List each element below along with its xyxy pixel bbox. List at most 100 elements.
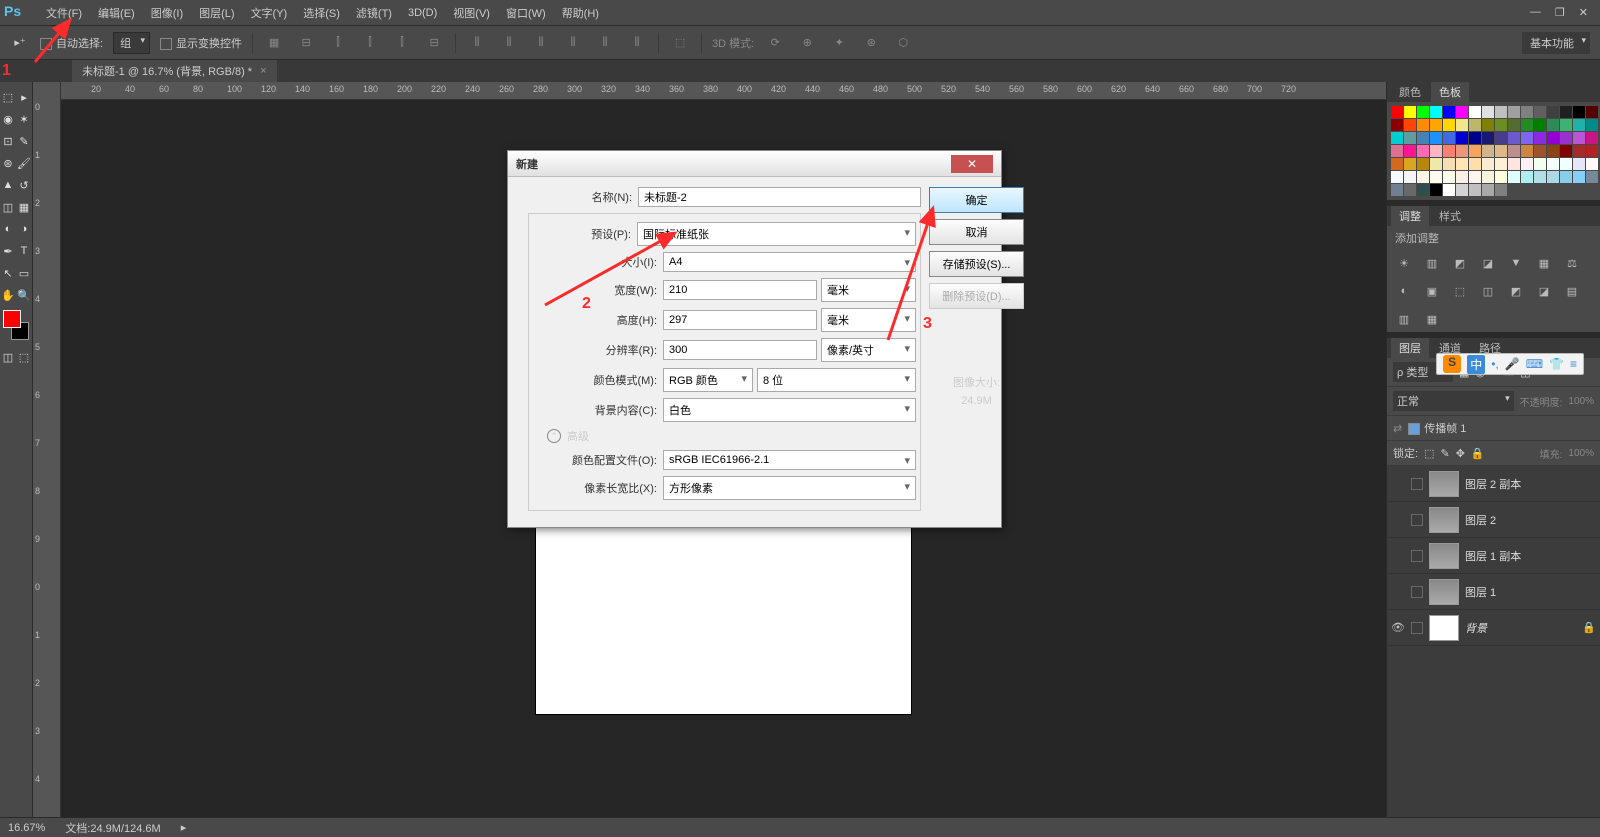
swatch[interactable] — [1586, 158, 1598, 170]
adj-icon[interactable]: ▣ — [1423, 282, 1441, 300]
swatch[interactable] — [1443, 171, 1455, 183]
swatch[interactable] — [1521, 106, 1533, 118]
visibility-icon[interactable]: 👁 — [1391, 621, 1405, 634]
marquee-tool[interactable]: ⬚ — [0, 86, 16, 108]
doc-size[interactable]: 文档:24.9M/124.6M — [65, 820, 160, 836]
ime-logo-icon[interactable]: S — [1443, 355, 1461, 373]
close-tab-icon[interactable]: × — [260, 65, 266, 77]
tab-swatches[interactable]: 色板 — [1431, 82, 1469, 102]
swatch[interactable] — [1443, 158, 1455, 170]
adj-icon[interactable]: ▼ — [1507, 254, 1525, 272]
height-unit[interactable]: 毫米 — [821, 308, 916, 332]
swatch[interactable] — [1547, 132, 1559, 144]
swatch[interactable] — [1573, 119, 1585, 131]
menu-edit[interactable]: 编辑(E) — [90, 1, 143, 25]
swatch[interactable] — [1560, 119, 1572, 131]
ok-button[interactable]: 确定 — [929, 187, 1024, 213]
swatch[interactable] — [1417, 145, 1429, 157]
menu-select[interactable]: 选择(S) — [295, 1, 348, 25]
wand-tool[interactable]: ✶ — [16, 108, 32, 130]
opacity-value[interactable]: 100% — [1568, 396, 1594, 407]
swatch[interactable] — [1495, 132, 1507, 144]
width-input[interactable] — [663, 280, 817, 300]
swatch[interactable] — [1534, 132, 1546, 144]
swatch[interactable] — [1443, 106, 1455, 118]
adj-icon[interactable]: ▤ — [1563, 282, 1581, 300]
adj-icon[interactable]: ▦ — [1423, 310, 1441, 328]
layer-thumbnail[interactable] — [1429, 507, 1459, 533]
swatch[interactable] — [1560, 171, 1572, 183]
menu-3d[interactable]: 3D(D) — [400, 3, 445, 23]
swatch[interactable] — [1404, 132, 1416, 144]
3d-icon[interactable]: ⟳ — [764, 32, 786, 54]
swatch[interactable] — [1482, 119, 1494, 131]
adj-icon[interactable]: ▥ — [1423, 254, 1441, 272]
3d-icon[interactable]: ⊕ — [796, 32, 818, 54]
layer-checkbox[interactable] — [1411, 622, 1423, 634]
swatch[interactable] — [1443, 119, 1455, 131]
workspace-selector[interactable]: 基本功能 — [1522, 32, 1590, 54]
swatch[interactable] — [1521, 158, 1533, 170]
swatch[interactable] — [1495, 145, 1507, 157]
swatch[interactable] — [1586, 132, 1598, 144]
layer-thumbnail[interactable] — [1429, 615, 1459, 641]
eraser-tool[interactable]: ◫ — [0, 196, 16, 218]
3d-icon[interactable]: ✦ — [828, 32, 850, 54]
layer-name[interactable]: 图层 1 副本 — [1465, 548, 1596, 564]
menu-image[interactable]: 图像(I) — [143, 1, 191, 25]
adj-icon[interactable]: ⚖ — [1563, 254, 1581, 272]
adj-icon[interactable]: ⬚ — [1451, 282, 1469, 300]
align-icon[interactable]: ⫿ — [327, 32, 349, 54]
swatch[interactable] — [1495, 184, 1507, 196]
res-input[interactable] — [663, 340, 817, 360]
adj-icon[interactable]: ◫ — [1479, 282, 1497, 300]
brush-tool[interactable]: 🖌 — [16, 152, 32, 174]
swatch[interactable] — [1443, 184, 1455, 196]
width-unit[interactable]: 毫米 — [821, 278, 916, 302]
tab-layers[interactable]: 图层 — [1391, 338, 1429, 358]
swatch[interactable] — [1430, 158, 1442, 170]
swatch[interactable] — [1495, 106, 1507, 118]
swatch[interactable] — [1391, 184, 1403, 196]
layer-name[interactable]: 背景 — [1465, 620, 1576, 636]
history-brush-tool[interactable]: ↺ — [16, 174, 32, 196]
ime-punct-icon[interactable]: •, — [1491, 357, 1499, 371]
color-mode-select[interactable]: RGB 颜色 — [663, 368, 753, 392]
adj-icon[interactable]: ◪ — [1479, 254, 1497, 272]
name-input[interactable] — [638, 187, 921, 207]
distribute-icon[interactable]: ⫼ — [466, 32, 488, 54]
height-input[interactable] — [663, 310, 817, 330]
swatch[interactable] — [1482, 171, 1494, 183]
ime-lang[interactable]: 中 — [1467, 355, 1485, 374]
zoom-level[interactable]: 16.67% — [8, 822, 45, 834]
swatch[interactable] — [1404, 145, 1416, 157]
swatch[interactable] — [1391, 132, 1403, 144]
hand-tool[interactable]: ✋ — [0, 284, 16, 306]
swatch[interactable] — [1417, 158, 1429, 170]
ime-skin-icon[interactable]: 👕 — [1549, 357, 1564, 371]
layer-checkbox[interactable] — [1411, 586, 1423, 598]
swatch[interactable] — [1586, 171, 1598, 183]
type-tool[interactable]: T — [16, 240, 32, 262]
layer-name[interactable]: 图层 2 — [1465, 512, 1596, 528]
swatch[interactable] — [1534, 145, 1546, 157]
swatch[interactable] — [1456, 145, 1468, 157]
align-icon[interactable]: ⫿ — [359, 32, 381, 54]
swatch[interactable] — [1417, 184, 1429, 196]
distribute-icon[interactable]: ⫼ — [530, 32, 552, 54]
swatch[interactable] — [1547, 119, 1559, 131]
swatch[interactable] — [1469, 184, 1481, 196]
blur-tool[interactable]: ◐ — [0, 218, 16, 240]
layer-checkbox[interactable] — [1411, 514, 1423, 526]
layer-thumbnail[interactable] — [1429, 543, 1459, 569]
pen-tool[interactable]: ✒ — [0, 240, 16, 262]
align-icon[interactable]: ▦ — [263, 32, 285, 54]
heal-tool[interactable]: ⊛ — [0, 152, 16, 174]
distribute-icon[interactable]: ⫼ — [594, 32, 616, 54]
swatch[interactable] — [1586, 106, 1598, 118]
swatch[interactable] — [1469, 132, 1481, 144]
swatch[interactable] — [1417, 119, 1429, 131]
adj-icon[interactable]: ◐ — [1395, 282, 1413, 300]
layer-checkbox[interactable] — [1411, 550, 1423, 562]
dialog-titlebar[interactable]: 新建 ✕ — [508, 151, 1001, 177]
